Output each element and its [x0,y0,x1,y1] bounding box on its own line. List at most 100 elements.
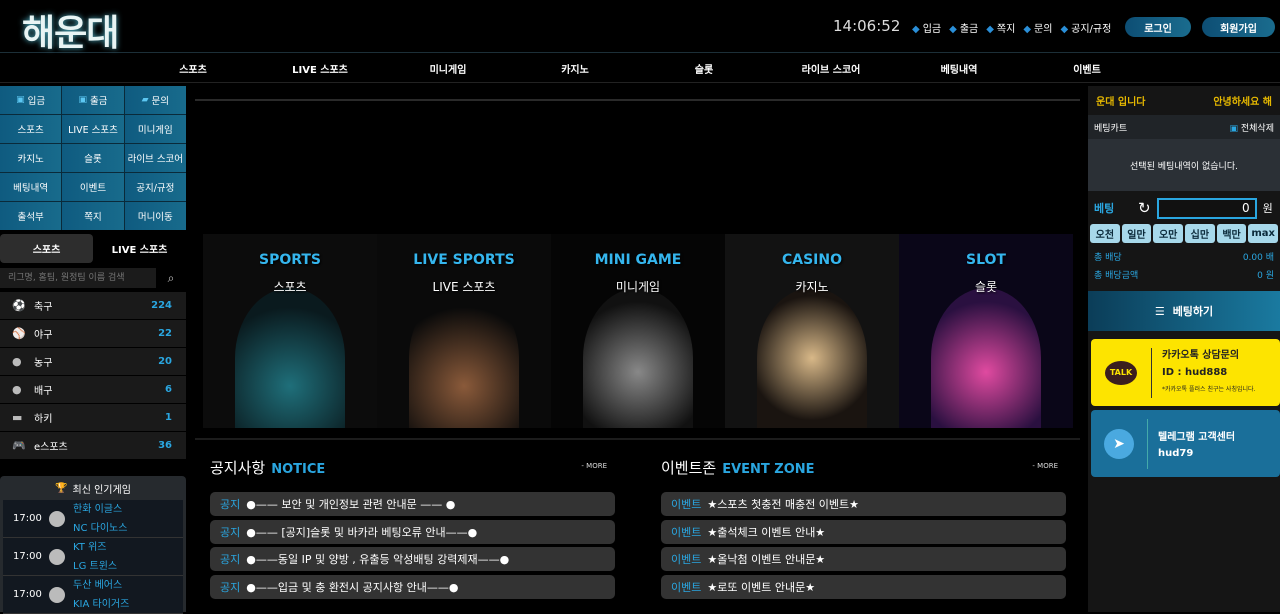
quick-menu-item[interactable]: LIVE 스포츠 [62,115,124,143]
game-card-image [409,288,519,428]
bet-amount-input[interactable] [1156,197,1257,219]
sport-item[interactable]: 🎮 e스포츠 36 [0,432,186,460]
game-card-live-sports[interactable]: LIVE SPORTS LIVE 스포츠 [377,234,551,428]
nav-event[interactable]: 이벤트 [1073,61,1101,76]
amount-chip-button[interactable]: max [1248,224,1279,243]
quick-menu-item[interactable]: ▣ 출금 [62,86,124,114]
sport-item[interactable]: ⚾ 야구 22 [0,320,186,348]
coins-icon: ☰ [1154,304,1165,318]
telegram-icon: ➤ [1104,428,1134,459]
popular-title: 최신 인기게임 [72,484,131,496]
nav-mini-game[interactable]: 미니게임 [430,61,467,76]
quick-menu-item[interactable]: 미니게임 [124,115,186,143]
main-nav: 스포츠 LIVE 스포츠 미니게임 카지노 슬롯 라이브 스코어 베팅내역 이벤… [0,54,1280,83]
amount-chip-button[interactable]: 십만 [1185,224,1215,243]
game-card-casino[interactable]: CASINO 카지노 [725,234,899,428]
game-card-mini-game[interactable]: MINI GAME 미니게임 [551,234,725,428]
event-item[interactable]: 이벤트 ★출석체크 이벤트 안내★ [661,519,1066,544]
refresh-icon[interactable]: ↻ [1138,199,1151,217]
marquee: 운대 입니다 안녕하세요 해 [1096,97,1272,108]
quick-menu-item[interactable]: 이벤트 [62,173,124,201]
sport-item[interactable]: ⚽ 축구 224 [0,292,186,320]
volleyball-icon: ● [12,383,22,396]
popular-game-row[interactable]: 17:00 한화 이글스 NC 다이노스 [3,500,183,538]
quick-menu-item[interactable]: 머니이동 [124,202,186,230]
kakao-talk-icon: TALK [1105,360,1137,385]
notice-board: 공지사항 NOTICE - MORE 공지 ●—— 보안 및 개인정보 관련 안내문… [195,440,615,612]
top-link-deposit[interactable]: ◆ 입금 [912,20,941,35]
nav-live-sports[interactable]: LIVE 스포츠 [292,61,348,76]
game-card-image [583,288,693,428]
hockey-puck-icon: ▬ [12,411,23,424]
notice-item[interactable]: 공지 ●——입금 및 충 환전시 공지사항 안내——● [210,574,615,599]
signup-button[interactable]: 회원가입 [1202,17,1275,37]
nav-casino[interactable]: 카지노 [561,61,589,76]
notice-item[interactable]: 공지 ●—— [공지]슬롯 및 바카라 베팅오류 안내——● [210,519,615,544]
top-link-message[interactable]: ◆ 쪽지 [986,20,1015,35]
amount-chip-button[interactable]: 오천 [1090,224,1120,243]
clear-all-button[interactable]: ▣ 전체삭제 [1229,121,1274,134]
telegram-contact[interactable]: ➤ 텔레그램 고객센터 hud79 [1091,410,1280,477]
place-bet-button[interactable]: ☰ 베팅하기 [1088,291,1280,331]
notice-item[interactable]: 공지 ●——동일 IP 및 양방 , 유출등 악성배팅 강력제재——● [210,547,615,571]
quick-menu-item[interactable]: 출석부 [0,202,62,230]
game-card-sports[interactable]: SPORTS 스포츠 [203,234,377,428]
quick-menu-item[interactable]: 슬롯 [62,144,124,172]
nav-bet-history[interactable]: 베팅내역 [941,61,978,76]
popular-game-row[interactable]: 17:00 두산 베어스 KIA 타이거즈 [3,576,183,614]
quick-menu-item[interactable]: 라이브 스코어 [124,144,186,172]
withdraw-icon: ▣ [78,95,87,105]
event-item[interactable]: 이벤트 ★스포츠 첫충전 매충전 이벤트★ [661,492,1066,516]
tab-live-sports[interactable]: LIVE 스포츠 [93,234,186,263]
baseball-icon [49,510,65,527]
sport-item[interactable]: ● 농구 20 [0,348,186,376]
chat-icon: ▰ [141,95,149,105]
top-links: ◆ 입금 ◆ 출금 ◆ 쪽지 ◆ 문의 ◆ 공지/규정 [912,20,1111,35]
search-icon[interactable]: ⌕ [156,271,186,286]
logo[interactable]: 해운대 [22,4,119,56]
notice-item[interactable]: 공지 ●—— 보안 및 개인정보 관련 안내문 —— ● [210,492,615,516]
top-link-notice[interactable]: ◆ 공지/규정 [1060,20,1111,35]
quick-menu-item[interactable]: 스포츠 [0,115,62,143]
nav-slot[interactable]: 슬롯 [695,61,713,76]
login-button[interactable]: 로그인 [1125,17,1191,37]
unit-label: 원 [1262,202,1273,215]
game-card-image [931,288,1041,428]
tab-sports[interactable]: 스포츠 [0,234,93,263]
quick-menu-item[interactable]: 베팅내역 [0,173,62,201]
quick-menu-item[interactable]: ▣ 입금 [0,86,62,114]
popular-game-row[interactable]: 17:00 KT 위즈 LG 트윈스 [3,538,183,576]
basketball-icon: ● [12,355,22,368]
event-item[interactable]: 이벤트 ★올낙첨 이벤트 안내문★ [661,547,1066,571]
top-link-withdraw[interactable]: ◆ 출금 [949,20,978,35]
amount-chip-button[interactable]: 오만 [1153,224,1184,243]
sport-item[interactable]: ▬ 하키 1 [0,404,186,432]
nav-live-score[interactable]: 라이브 스코어 [802,61,861,76]
nav-sports[interactable]: 스포츠 [179,61,207,76]
quick-menu: ▣ 입금 ▣ 출금 ▰ 문의스포츠 LIVE 스포츠 미니게임카지노 슬롯 라이브 스코어베팅내역… [0,86,186,230]
search-input[interactable] [0,268,156,288]
game-card-slot[interactable]: SLOT 슬롯 [899,234,1073,428]
total-label: 총 배당금액 [1094,270,1139,281]
sport-item[interactable]: ● 배구 6 [0,376,186,404]
quick-menu-item[interactable]: 카지노 [0,144,62,172]
event-more-link[interactable]: - MORE [1032,462,1058,470]
event-item[interactable]: 이벤트 ★로또 이벤트 안내문★ [661,574,1066,599]
amount-chip-button[interactable]: 일만 [1121,224,1152,243]
baseball-icon [49,548,65,565]
quick-menu-item[interactable]: ▰ 문의 [124,86,186,114]
notice-more-link[interactable]: - MORE [581,462,607,470]
quick-menu-item[interactable]: 쪽지 [62,202,124,230]
divider [195,99,1080,101]
total-value: 0 원 [1257,270,1274,281]
kakao-contact[interactable]: TALK 카카오톡 상담문의 ID : hud888 *카카오톡 플러스 친구는… [1091,339,1280,406]
notice-title: 공지사항 NOTICE [210,459,326,477]
game-card-image [235,288,345,428]
gamepad-icon: 🎮 [12,439,26,452]
amount-chip-button[interactable]: 백만 [1216,224,1247,243]
header: 해운대 14:06:52 ◆ 입금 ◆ 출금 ◆ 쪽지 ◆ 문의 ◆ 공지/규정 로그인 … [0,0,1280,56]
quick-menu-item[interactable]: 공지/규정 [124,173,186,201]
event-board: 이벤트존 EVENT ZONE - MORE 이벤트 ★스포츠 첫충전 매충전 이벤… [646,440,1066,612]
game-cards: SPORTS 스포츠 LIVE SPORTS LIVE 스포츠 MINI GAME 미니게… [203,234,1073,428]
top-link-inquiry[interactable]: ◆ 문의 [1023,20,1052,35]
